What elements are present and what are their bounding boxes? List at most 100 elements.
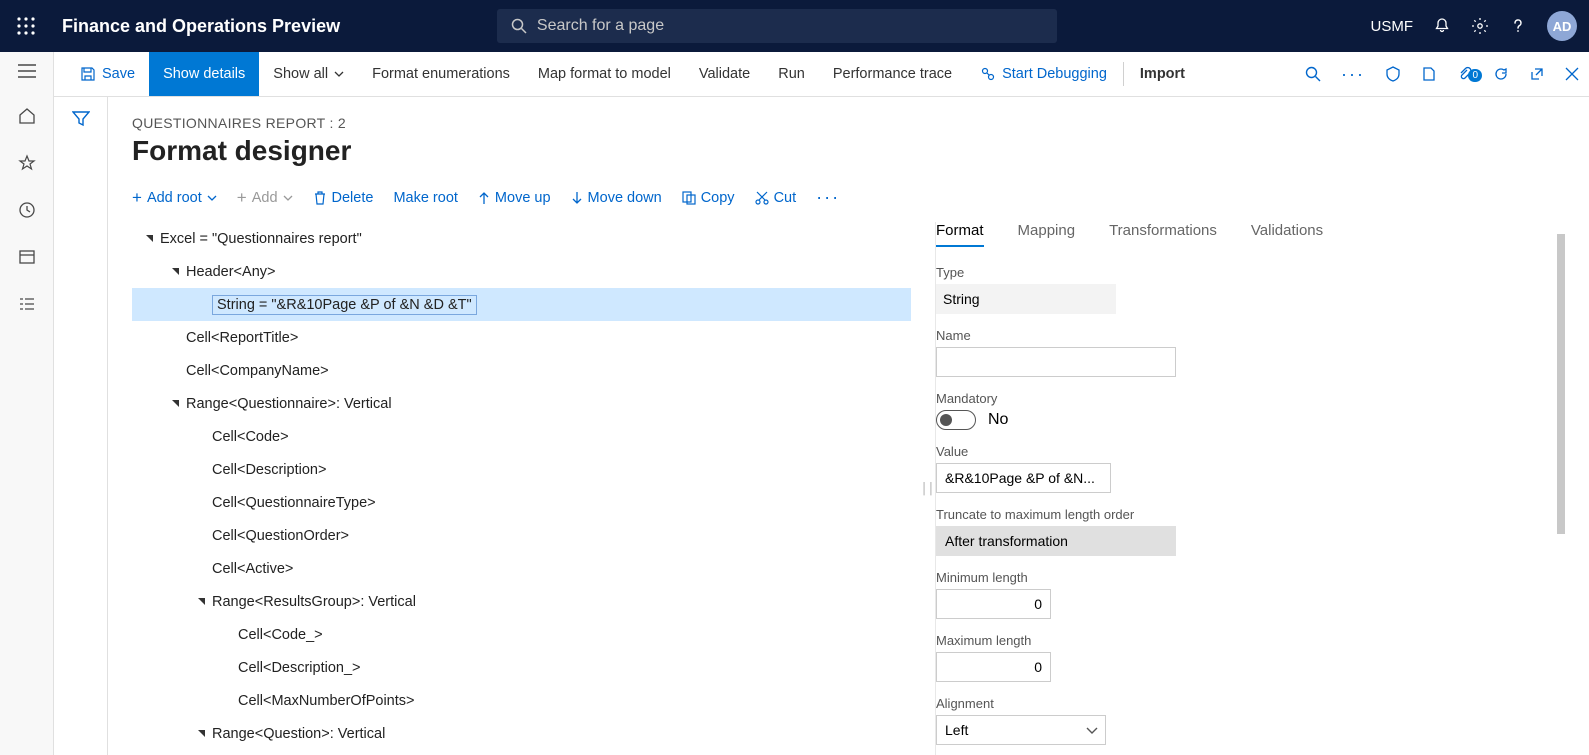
tree-node-label: String = "&R&10Page &P of &N &D &T" <box>212 295 477 315</box>
show-all-button[interactable]: Show all <box>259 52 358 96</box>
page-options-icon[interactable] <box>1411 66 1447 82</box>
mandatory-label: Mandatory <box>936 391 1505 406</box>
copy-button[interactable]: Copy <box>682 190 735 206</box>
caret-expanded-icon[interactable] <box>194 597 208 606</box>
tree-toolbar: +Add root +Add Delete Make root Move up … <box>132 187 1565 208</box>
name-input[interactable] <box>936 347 1176 377</box>
tree-node-label: Header<Any> <box>186 264 275 280</box>
tree-node[interactable]: Cell<ReportTitle> <box>132 321 911 354</box>
maxlen-input[interactable]: 0 <box>936 652 1051 682</box>
alignment-select[interactable]: Left <box>936 715 1106 745</box>
performance-trace-button[interactable]: Performance trace <box>819 52 966 96</box>
menu-icon[interactable] <box>18 64 36 83</box>
tab-validations[interactable]: Validations <box>1251 222 1323 247</box>
tab-mapping[interactable]: Mapping <box>1018 222 1076 247</box>
tree-node[interactable]: Cell<Code_> <box>132 618 911 651</box>
caret-expanded-icon[interactable] <box>142 234 156 243</box>
tree-node-label: Range<ResultsGroup>: Vertical <box>212 594 416 610</box>
tree-node-label: Cell<QuestionnaireType> <box>212 495 376 511</box>
mandatory-toggle[interactable] <box>936 410 976 430</box>
tree-node-label: Cell<MaxNumberOfPoints> <box>238 693 415 709</box>
favorites-icon[interactable] <box>18 154 36 177</box>
type-label: Type <box>936 265 1505 280</box>
notifications-icon[interactable] <box>1433 17 1451 35</box>
value-label: Value <box>936 444 1505 459</box>
tree-node[interactable]: Range<Questionnaire>: Vertical <box>132 387 911 420</box>
tree-node-label: Cell<Description_> <box>238 660 361 676</box>
format-enumerations-button[interactable]: Format enumerations <box>358 52 524 96</box>
tree-node[interactable]: Cell<Active> <box>132 552 911 585</box>
tab-format[interactable]: Format <box>936 222 984 247</box>
attachments-icon[interactable]: 0 <box>1447 66 1483 82</box>
trash-icon <box>313 191 327 205</box>
search-input[interactable]: Search for a page <box>497 9 1057 43</box>
help-icon[interactable] <box>1509 17 1527 35</box>
tree-node[interactable]: Cell<CompanyName> <box>132 354 911 387</box>
tree-node[interactable]: Cell<QuestionOrder> <box>132 519 911 552</box>
make-root-button[interactable]: Make root <box>393 190 457 206</box>
more-icon[interactable]: ··· <box>816 187 840 208</box>
map-format-button[interactable]: Map format to model <box>524 52 685 96</box>
tree-node-label: Cell<CompanyName> <box>186 363 329 379</box>
chevron-down-icon <box>283 195 293 201</box>
tree-node[interactable]: Cell<Code> <box>132 420 911 453</box>
caret-expanded-icon[interactable] <box>168 399 182 408</box>
maxlen-label: Maximum length <box>936 633 1505 648</box>
tree-node[interactable]: Range<Question>: Vertical <box>132 717 911 750</box>
chevron-down-icon <box>207 195 217 201</box>
delete-button[interactable]: Delete <box>313 190 374 206</box>
top-nav: Finance and Operations Preview Search fo… <box>0 0 1589 52</box>
move-down-button[interactable]: Move down <box>571 190 662 206</box>
tree-node[interactable]: Excel = "Questionnaires report" <box>132 222 911 255</box>
app-title: Finance and Operations Preview <box>52 16 340 37</box>
show-details-button[interactable]: Show details <box>149 52 259 96</box>
value-input[interactable]: &R&10Page &P of &N... <box>936 463 1111 493</box>
tree-node[interactable]: String = "&R&10Page &P of &N &D &T" <box>132 288 911 321</box>
caret-expanded-icon[interactable] <box>194 729 208 738</box>
app-launcher-icon[interactable] <box>0 0 52 52</box>
modules-icon[interactable] <box>18 295 36 318</box>
start-debugging-button[interactable]: Start Debugging <box>966 52 1121 96</box>
tree-node[interactable]: Cell<Description> <box>132 453 911 486</box>
tree-node-label: Cell<Code> <box>212 429 289 445</box>
tree-node[interactable]: Cell<MaxNumberOfPoints> <box>132 684 911 717</box>
cut-button[interactable]: Cut <box>755 190 797 206</box>
move-up-button[interactable]: Move up <box>478 190 551 206</box>
name-label: Name <box>936 328 1505 343</box>
add-button[interactable]: +Add <box>237 188 293 208</box>
tree-node[interactable]: Cell<QuestionnaireType> <box>132 486 911 519</box>
user-avatar[interactable]: AD <box>1547 11 1577 41</box>
tab-transformations[interactable]: Transformations <box>1109 222 1217 247</box>
page-title: Format designer <box>132 135 1565 167</box>
find-icon[interactable] <box>1295 66 1331 82</box>
tree-node[interactable]: Cell<Description_> <box>132 651 911 684</box>
truncate-value[interactable]: After transformation <box>936 526 1176 556</box>
recent-icon[interactable] <box>18 201 36 224</box>
caret-expanded-icon[interactable] <box>168 267 182 276</box>
tree-node-label: Cell<ReportTitle> <box>186 330 298 346</box>
workspaces-icon[interactable] <box>18 248 36 271</box>
legal-entity[interactable]: USMF <box>1370 18 1413 35</box>
close-icon[interactable] <box>1555 67 1589 81</box>
tree-node-label: Cell<QuestionOrder> <box>212 528 349 544</box>
settings-icon[interactable] <box>1471 17 1489 35</box>
filter-icon[interactable] <box>72 111 90 755</box>
options-icon[interactable] <box>1375 66 1411 82</box>
home-icon[interactable] <box>18 107 36 130</box>
run-button[interactable]: Run <box>764 52 819 96</box>
validate-button[interactable]: Validate <box>685 52 764 96</box>
refresh-icon[interactable] <box>1483 66 1519 82</box>
more-commands-icon[interactable]: ··· <box>1331 64 1375 85</box>
import-button[interactable]: Import <box>1126 52 1199 96</box>
minlen-input[interactable]: 0 <box>936 589 1051 619</box>
splitter-handle[interactable]: ││ <box>921 222 935 755</box>
popout-icon[interactable] <box>1519 66 1555 82</box>
tree-node[interactable]: Range<ResultsGroup>: Vertical <box>132 585 911 618</box>
add-root-button[interactable]: +Add root <box>132 188 217 208</box>
tree-node[interactable]: Header<Any> <box>132 255 911 288</box>
save-button[interactable]: Save <box>66 52 149 96</box>
property-tabs: Format Mapping Transformations Validatio… <box>936 222 1565 247</box>
filter-rail <box>54 97 108 755</box>
arrow-down-icon <box>571 191 583 205</box>
format-tree[interactable]: Excel = "Questionnaires report" Header<An… <box>132 222 911 750</box>
